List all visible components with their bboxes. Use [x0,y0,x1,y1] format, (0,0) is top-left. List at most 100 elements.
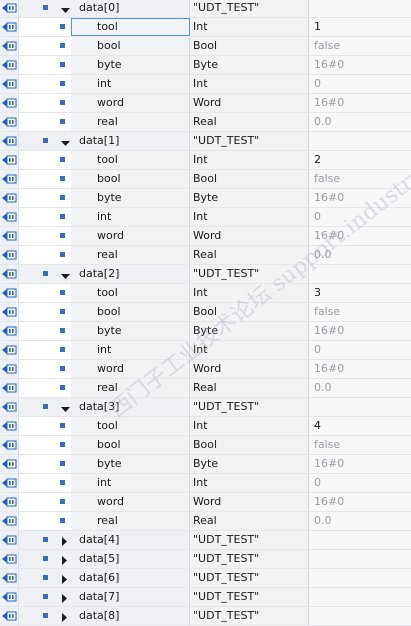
value-cell[interactable] [309,550,411,568]
struct-row[interactable]: data[2] "UDT_TEST" [0,265,411,284]
name-cell[interactable]: int [71,208,190,226]
member-row[interactable]: tool Int 2 [0,151,411,170]
datatype-cell[interactable]: Int [190,18,309,36]
name-cell[interactable]: real [71,512,190,530]
name-cell[interactable]: byte [71,56,190,74]
name-cell[interactable]: bool [71,436,190,454]
datatype-cell[interactable]: Bool [190,436,309,454]
value-cell[interactable]: 2 [309,151,411,169]
datatype-cell[interactable]: Byte [190,56,309,74]
name-cell[interactable]: real [71,379,190,397]
datatype-cell[interactable]: Int [190,151,309,169]
datatype-cell[interactable]: "UDT_TEST" [190,569,309,587]
value-cell[interactable]: false [309,436,411,454]
expand-down-arrow-icon[interactable] [61,137,70,150]
value-cell[interactable]: 4 [309,417,411,435]
datatype-cell[interactable]: "UDT_TEST" [190,531,309,549]
datatype-cell[interactable]: Word [190,493,309,511]
collapse-right-arrow-icon[interactable] [61,593,68,606]
datatype-cell[interactable]: Int [190,341,309,359]
value-cell[interactable]: 0 [309,474,411,492]
member-row[interactable]: tool Int 4 [0,417,411,436]
name-cell[interactable]: real [71,113,190,131]
collapse-right-arrow-icon[interactable] [61,555,68,568]
datatype-cell[interactable]: Int [190,417,309,435]
value-cell[interactable]: 0.0 [309,379,411,397]
member-row[interactable]: real Real 0.0 [0,512,411,531]
datatype-cell[interactable]: Byte [190,322,309,340]
name-cell[interactable]: word [71,360,190,378]
member-row[interactable]: byte Byte 16#0 [0,322,411,341]
name-cell[interactable]: word [71,227,190,245]
name-cell[interactable]: word [71,493,190,511]
name-cell[interactable]: tool [71,18,190,36]
name-cell[interactable]: byte [71,322,190,340]
datatype-cell[interactable]: Bool [190,303,309,321]
struct-row[interactable]: data[8] "UDT_TEST" [0,607,411,626]
datatype-cell[interactable]: "UDT_TEST" [190,132,309,150]
member-row[interactable]: bool Bool false [0,170,411,189]
struct-row[interactable]: data[3] "UDT_TEST" [0,398,411,417]
member-row[interactable]: byte Byte 16#0 [0,455,411,474]
member-row[interactable]: word Word 16#0 [0,360,411,379]
value-cell[interactable]: false [309,37,411,55]
datatype-cell[interactable]: Byte [190,189,309,207]
datatype-cell[interactable]: Real [190,246,309,264]
expand-down-arrow-icon[interactable] [61,270,70,283]
struct-row[interactable]: data[0] "UDT_TEST" [0,0,411,18]
value-cell[interactable]: 0 [309,341,411,359]
datatype-cell[interactable]: Bool [190,170,309,188]
member-row[interactable]: tool Int 1 [0,18,411,37]
member-row[interactable]: int Int 0 [0,341,411,360]
value-cell[interactable] [309,531,411,549]
struct-row[interactable]: data[7] "UDT_TEST" [0,588,411,607]
value-cell[interactable]: 16#0 [309,189,411,207]
name-cell[interactable]: data[4] [71,531,190,549]
name-cell[interactable]: bool [71,170,190,188]
value-cell[interactable] [309,132,411,150]
datatype-cell[interactable]: Real [190,512,309,530]
name-cell[interactable]: int [71,341,190,359]
datatype-cell[interactable]: "UDT_TEST" [190,550,309,568]
member-row[interactable]: real Real 0.0 [0,246,411,265]
datatype-cell[interactable]: "UDT_TEST" [190,265,309,283]
member-row[interactable]: word Word 16#0 [0,493,411,512]
value-cell[interactable]: 1 [309,18,411,36]
name-cell[interactable]: real [71,246,190,264]
member-row[interactable]: real Real 0.0 [0,113,411,132]
member-row[interactable]: tool Int 3 [0,284,411,303]
value-cell[interactable]: 16#0 [309,56,411,74]
struct-row[interactable]: data[6] "UDT_TEST" [0,569,411,588]
datatype-cell[interactable]: Real [190,379,309,397]
value-cell[interactable]: 16#0 [309,455,411,473]
collapse-right-arrow-icon[interactable] [61,574,68,587]
value-cell[interactable] [309,569,411,587]
collapse-right-arrow-icon[interactable] [61,536,68,549]
datatype-cell[interactable]: Word [190,94,309,112]
name-cell[interactable]: int [71,75,190,93]
member-row[interactable]: int Int 0 [0,75,411,94]
value-cell[interactable] [309,398,411,416]
expand-down-arrow-icon[interactable] [61,4,70,17]
member-row[interactable]: byte Byte 16#0 [0,189,411,208]
member-row[interactable]: word Word 16#0 [0,94,411,113]
value-cell[interactable]: 3 [309,284,411,302]
datatype-cell[interactable]: Int [190,284,309,302]
member-row[interactable]: int Int 0 [0,208,411,227]
member-row[interactable]: int Int 0 [0,474,411,493]
collapse-right-arrow-icon[interactable] [61,612,68,625]
value-cell[interactable]: 0.0 [309,113,411,131]
value-cell[interactable]: 0 [309,75,411,93]
member-row[interactable]: byte Byte 16#0 [0,56,411,75]
name-cell[interactable]: word [71,94,190,112]
name-cell[interactable]: bool [71,303,190,321]
datatype-cell[interactable]: "UDT_TEST" [190,607,309,625]
name-cell[interactable]: data[7] [71,588,190,606]
value-cell[interactable]: 16#0 [309,227,411,245]
value-cell[interactable]: 16#0 [309,322,411,340]
name-cell[interactable]: data[2] [71,265,190,283]
value-cell[interactable]: 0.0 [309,512,411,530]
value-cell[interactable]: 16#0 [309,94,411,112]
member-row[interactable]: bool Bool false [0,436,411,455]
member-row[interactable]: word Word 16#0 [0,227,411,246]
